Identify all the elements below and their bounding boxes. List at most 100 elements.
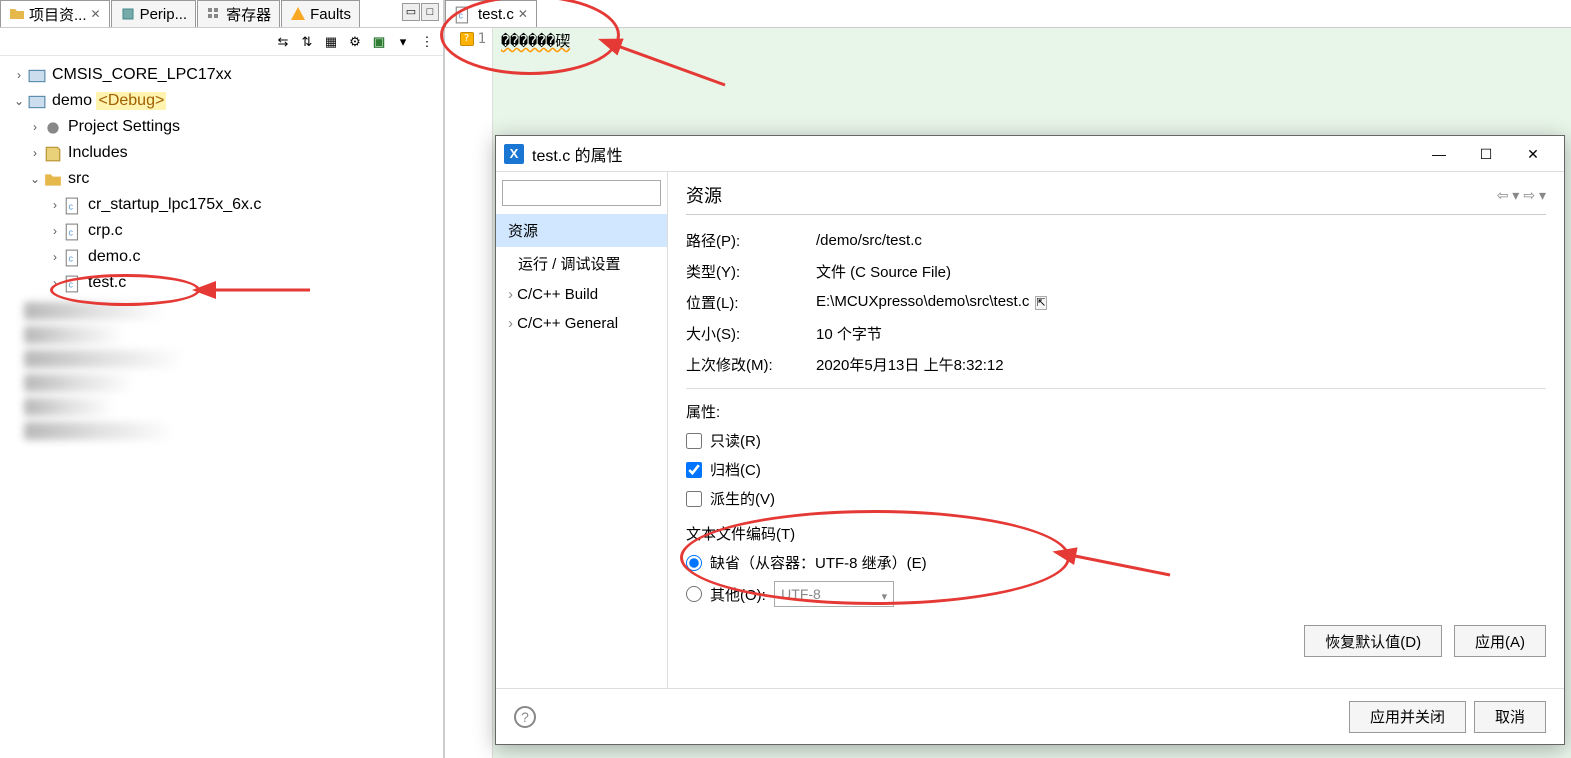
encoding-combo[interactable]: UTF-8 [774, 581, 894, 607]
maximize-view-button[interactable]: □ [421, 3, 439, 21]
radio-encoding-other[interactable]: 其他(O): UTF-8 [686, 577, 1546, 611]
chip-icon [120, 6, 136, 22]
prop-path: 路径(P): /demo/src/test.c [686, 225, 1546, 256]
expand-icon[interactable]: › [48, 276, 62, 290]
prop-modified: 上次修改(M): 2020年5月13日 上午8:32:12 [686, 349, 1546, 380]
tree-file-crp[interactable]: › c crp.c [4, 218, 439, 244]
redacted-item [24, 422, 174, 440]
nav-item-resource[interactable]: 资源 [496, 214, 667, 247]
minimize-button[interactable]: — [1416, 139, 1462, 169]
tab-faults[interactable]: Faults [281, 0, 360, 27]
encoding-default-radio[interactable] [686, 555, 702, 571]
encoding-other-radio[interactable] [686, 586, 702, 602]
expand-icon[interactable]: › [28, 120, 42, 134]
c-file-icon: c [64, 197, 82, 213]
back-button[interactable]: ⇦ ▾ [1497, 187, 1520, 204]
focus-task-button[interactable]: ▦ [321, 32, 341, 52]
prop-label: 大小(S): [686, 323, 816, 344]
derived-checkbox[interactable] [686, 491, 702, 507]
radio-label: 其他(O): [710, 584, 766, 605]
filters-button[interactable]: ⚙ [345, 32, 365, 52]
tree-file-demo[interactable]: › c demo.c [4, 244, 439, 270]
c-file-icon: c [64, 249, 82, 265]
debug-config-tag: <Debug> [96, 92, 166, 110]
tree-label: cr_startup_lpc175x_6x.c [88, 196, 261, 214]
run-button[interactable]: ▣ [369, 32, 389, 52]
nav-item-cpp-general[interactable]: › C/C++ General [496, 309, 667, 338]
minimize-view-button[interactable]: ▭ [402, 3, 420, 21]
svg-text:c: c [69, 279, 74, 289]
show-in-explorer-button[interactable]: ⇱ [1035, 296, 1046, 310]
nav-filter-input[interactable] [502, 180, 661, 206]
tree-label: demo [52, 92, 92, 110]
apply-button[interactable]: 应用(A) [1454, 625, 1546, 657]
help-button[interactable]: ? [514, 706, 536, 728]
dialog-title: test.c 的属性 [532, 142, 1416, 166]
nav-item-cpp-build[interactable]: › C/C++ Build [496, 280, 667, 309]
readonly-checkbox[interactable] [686, 433, 702, 449]
archive-checkbox[interactable] [686, 462, 702, 478]
collapse-icon[interactable]: ⌄ [28, 172, 42, 186]
tree-file-test[interactable]: › c test.c [4, 270, 439, 296]
close-button[interactable]: ✕ [1510, 139, 1556, 169]
collapse-icon[interactable]: ⌄ [12, 94, 26, 108]
tree-project-demo[interactable]: ⌄ demo <Debug> [4, 88, 439, 114]
tree-label: test.c [88, 274, 126, 292]
expand-icon[interactable]: › [12, 68, 26, 82]
project-icon [28, 67, 46, 83]
tab-project-explorer[interactable]: 项目资... ✕ [0, 0, 110, 27]
forward-button[interactable]: ⇨ ▾ [1523, 187, 1546, 204]
link-editor-button[interactable]: ⇅ [297, 32, 317, 52]
prop-label: 类型(Y): [686, 261, 816, 282]
project-tree: › CMSIS_CORE_LPC17xx ⌄ demo <Debug> › Pr… [0, 56, 443, 452]
editor-tab-test[interactable]: c test.c ✕ [445, 0, 537, 27]
menu-dropdown-button[interactable]: ▾ [393, 32, 413, 52]
expand-icon[interactable]: › [28, 146, 42, 160]
close-icon[interactable]: ✕ [518, 7, 528, 21]
checkbox-readonly[interactable]: 只读(R) [686, 426, 1546, 455]
tree-file-cr-startup[interactable]: › c cr_startup_lpc175x_6x.c [4, 192, 439, 218]
maximize-button[interactable]: ☐ [1463, 139, 1509, 169]
radio-label: 缺省（从容器：UTF-8 继承）(E) [710, 552, 927, 573]
tab-peripherals[interactable]: Perip... [111, 0, 197, 27]
prop-value: 2020年5月13日 上午8:32:12 [816, 354, 1546, 375]
dialog-titlebar[interactable]: X test.c 的属性 — ☐ ✕ [496, 136, 1564, 172]
prop-value: 文件 (C Source File) [816, 261, 1546, 282]
attributes-title: 属性: [686, 397, 1546, 426]
folder-icon [9, 6, 25, 22]
prop-value: /demo/src/test.c [816, 232, 1546, 249]
nav-item-run-debug[interactable]: 运行 / 调试设置 [496, 247, 667, 280]
cancel-button[interactable]: 取消 [1474, 701, 1546, 733]
tree-project-cmsis[interactable]: › CMSIS_CORE_LPC17xx [4, 62, 439, 88]
prop-location: 位置(L): E:\MCUXpresso\demo\src\test.c⇱ [686, 287, 1546, 318]
close-icon[interactable]: ✕ [91, 7, 101, 21]
expand-icon[interactable]: › [48, 224, 62, 238]
collapse-all-button[interactable]: ⇆ [273, 32, 293, 52]
checkbox-label: 派生的(V) [710, 488, 775, 509]
tree-folder-src[interactable]: ⌄ src [4, 166, 439, 192]
gutter-line-1[interactable]: ? 1 [445, 28, 492, 50]
registers-icon [206, 6, 222, 22]
expand-icon[interactable]: › [48, 198, 62, 212]
prop-label: 上次修改(M): [686, 354, 816, 375]
tree-project-settings[interactable]: › Project Settings [4, 114, 439, 140]
redacted-item [24, 350, 184, 368]
tab-registers[interactable]: 寄存器 [197, 0, 280, 27]
checkbox-derived[interactable]: 派生的(V) [686, 484, 1546, 513]
view-menu-button[interactable]: ⋮ [417, 32, 437, 52]
tree-label: Project Settings [68, 118, 180, 136]
expand-icon[interactable]: › [48, 250, 62, 264]
apply-close-button[interactable]: 应用并关闭 [1349, 701, 1466, 733]
nav-filter [502, 180, 661, 206]
radio-encoding-default[interactable]: 缺省（从容器：UTF-8 继承）(E) [686, 548, 1546, 577]
editor-gutter: ? 1 [445, 28, 493, 758]
prop-label: 路径(P): [686, 230, 816, 251]
editor-tabs: c test.c ✕ [445, 0, 1571, 28]
redacted-item [24, 302, 164, 320]
prop-value: 10 个字节 [816, 323, 1546, 344]
restore-defaults-button[interactable]: 恢复默认值(D) [1304, 625, 1442, 657]
warning-marker-icon[interactable]: ? [460, 32, 474, 46]
restore-row: 恢复默认值(D) 应用(A) [686, 611, 1546, 661]
checkbox-archive[interactable]: 归档(C) [686, 455, 1546, 484]
tree-includes[interactable]: › Includes [4, 140, 439, 166]
